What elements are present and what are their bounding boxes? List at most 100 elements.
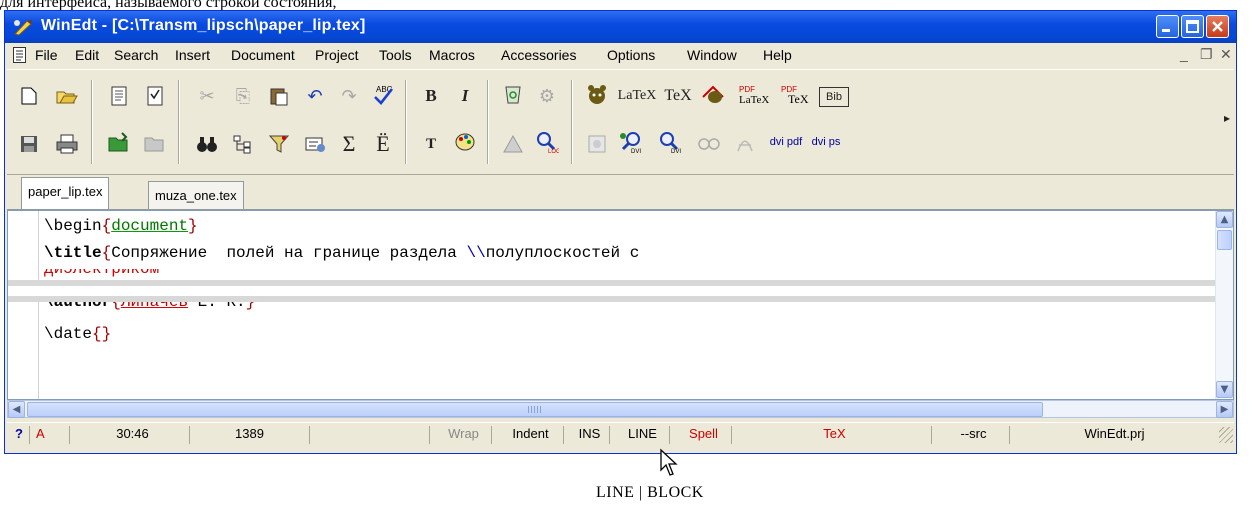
status-wrap[interactable]: Wrap [429, 426, 491, 444]
italic-button[interactable]: I [453, 84, 477, 108]
status-spell[interactable]: Spell [669, 426, 731, 444]
document-icon[interactable] [13, 47, 26, 63]
winedt-app-icon[interactable] [13, 18, 33, 36]
tex-button[interactable]: TeX [663, 84, 693, 108]
dvi-to-ps-button[interactable]: dvi ps [811, 130, 841, 154]
find-binoculars-icon[interactable] [195, 132, 219, 156]
code-linebreak: \\ [466, 244, 486, 262]
status-bar: ? A 30:46 1389 Wrap Indent INS LINE Spel… [7, 422, 1234, 447]
pdflatex-icon[interactable]: PDF LaTeX [737, 82, 771, 106]
menu-help[interactable]: Help [763, 47, 792, 63]
undo-icon[interactable]: ↶ [303, 84, 327, 108]
status-project[interactable]: WinEdt.prj [1009, 426, 1213, 444]
vertical-scroll-thumb[interactable] [1217, 230, 1232, 250]
view-log-icon[interactable]: LOG [535, 130, 559, 154]
svg-text:LOG: LOG [548, 149, 559, 154]
code-text: Сопряжение полей на границе раздела [111, 244, 467, 262]
document-tabs: paper_lip.tex muza_one.tex [7, 177, 1234, 210]
scroll-up-icon[interactable]: ▲ [1216, 211, 1233, 228]
status-indent[interactable]: Indent [491, 426, 563, 444]
tab-muza-one[interactable]: muza_one.tex [148, 181, 244, 209]
title-bar[interactable]: WinEdt - [C:\Transm_lipsch\paper_lip.tex… [5, 11, 1236, 43]
menu-tools[interactable]: Tools [379, 47, 412, 63]
status-insert-mode[interactable]: INS [563, 426, 609, 444]
umlaut-icon[interactable]: Ë [371, 131, 395, 156]
horizontal-scrollbar[interactable]: ◀ ▶ [7, 400, 1234, 418]
code-argument: document [111, 217, 189, 235]
menu-search[interactable]: Search [114, 47, 158, 63]
menu-options[interactable]: Options [607, 47, 655, 63]
new-file-icon[interactable] [17, 84, 41, 108]
filter-icon[interactable] [267, 132, 291, 156]
code-argument: {} [92, 325, 112, 343]
bold-button[interactable]: B [419, 84, 443, 108]
toolbar-overflow-icon[interactable]: ▸ [1215, 106, 1239, 130]
mdi-close-icon[interactable]: ✕ [1220, 46, 1232, 63]
open-folder-icon[interactable] [55, 84, 79, 108]
status-line-block[interactable]: LINE [609, 426, 669, 444]
close-project-icon[interactable] [143, 130, 167, 154]
svg-text:LaTeX: LaTeX [739, 94, 769, 105]
maximize-button[interactable] [1181, 15, 1204, 38]
resize-grip[interactable] [1219, 427, 1233, 443]
sum-icon[interactable]: Σ [337, 131, 361, 156]
code-line-4-partial: \author{Липачёв~Е.~К.} [44, 302, 255, 312]
recycle-icon[interactable] [501, 82, 525, 106]
checklist-icon[interactable] [143, 84, 167, 108]
code-line-2: \title{Сопряжение полей на границе разде… [44, 244, 640, 262]
menu-file[interactable]: File [35, 47, 58, 63]
code-command: \date [44, 325, 93, 343]
menu-insert[interactable]: Insert [175, 47, 210, 63]
gears-icon[interactable]: ⚙ [535, 84, 559, 108]
mdi-restore-icon[interactable]: ❐ [1200, 46, 1213, 63]
compile-bear-icon[interactable] [585, 82, 609, 106]
tree-icon[interactable] [231, 132, 255, 156]
toolbar: ✂ ⎘ ↶ ↷ ABC B I ⚙ LaTeX TeX PDF LaTeX PDF… [7, 69, 1234, 175]
glasses-icon[interactable] [697, 132, 721, 156]
triangle-icon[interactable] [501, 132, 525, 156]
ghost-icon[interactable] [585, 132, 609, 156]
menu-edit[interactable]: Edit [75, 47, 99, 63]
macro-icon[interactable] [303, 132, 327, 156]
save-icon[interactable] [17, 132, 41, 156]
editor-area[interactable]: \begin{document} \title{Сопряжение полей… [7, 210, 1234, 400]
palette-icon[interactable] [453, 130, 477, 154]
status-mode[interactable]: A [29, 426, 69, 444]
spell-check-icon[interactable]: ABC [371, 82, 395, 106]
document-properties-icon[interactable] [107, 84, 131, 108]
cut-icon[interactable]: ✂ [195, 84, 219, 108]
typewriter-button[interactable]: T [419, 132, 443, 156]
status-tex-mode[interactable]: TeX [731, 426, 931, 444]
scroll-right-icon[interactable]: ▶ [1216, 401, 1233, 418]
scroll-left-icon[interactable]: ◀ [8, 401, 25, 418]
status-line-count[interactable]: 1389 [189, 426, 309, 444]
dvi-to-pdf-button[interactable]: dvi pdf [769, 130, 803, 154]
menu-macros[interactable]: Macros [429, 47, 475, 63]
print-icon[interactable] [55, 132, 79, 156]
tab-paper-lip[interactable]: paper_lip.tex [21, 177, 110, 209]
minimize-button[interactable] [1156, 15, 1179, 38]
acrobat-icon[interactable] [733, 132, 757, 156]
paste-icon[interactable] [267, 84, 291, 108]
latex-button[interactable]: LaTeX [618, 84, 657, 108]
menu-accessories[interactable]: Accessories [501, 47, 576, 63]
redo-icon[interactable]: ↷ [337, 84, 361, 108]
scroll-down-icon[interactable]: ▼ [1216, 381, 1233, 398]
pdftex-icon[interactable]: PDF TeX [779, 82, 813, 106]
dvi-preview-icon[interactable]: DVI [619, 130, 643, 154]
status-help[interactable]: ? [9, 426, 29, 444]
menu-window[interactable]: Window [687, 47, 737, 63]
menu-project[interactable]: Project [315, 47, 359, 63]
menu-document[interactable]: Document [231, 47, 295, 63]
close-button[interactable] [1206, 15, 1229, 38]
mdi-minimize-icon[interactable]: _ [1180, 46, 1188, 62]
vertical-scrollbar[interactable]: ▲ ▼ [1215, 211, 1233, 399]
yap-icon[interactable] [701, 82, 725, 106]
dvi-search-icon[interactable]: DVI [657, 130, 681, 154]
status-src[interactable]: --src [931, 426, 1009, 444]
open-project-icon[interactable] [107, 130, 131, 154]
status-cursor-position[interactable]: 30:46 [69, 426, 189, 444]
bibtex-button[interactable]: Bib [819, 87, 849, 107]
horizontal-scroll-thumb[interactable] [27, 402, 1043, 417]
copy-icon[interactable]: ⎘ [231, 84, 255, 108]
